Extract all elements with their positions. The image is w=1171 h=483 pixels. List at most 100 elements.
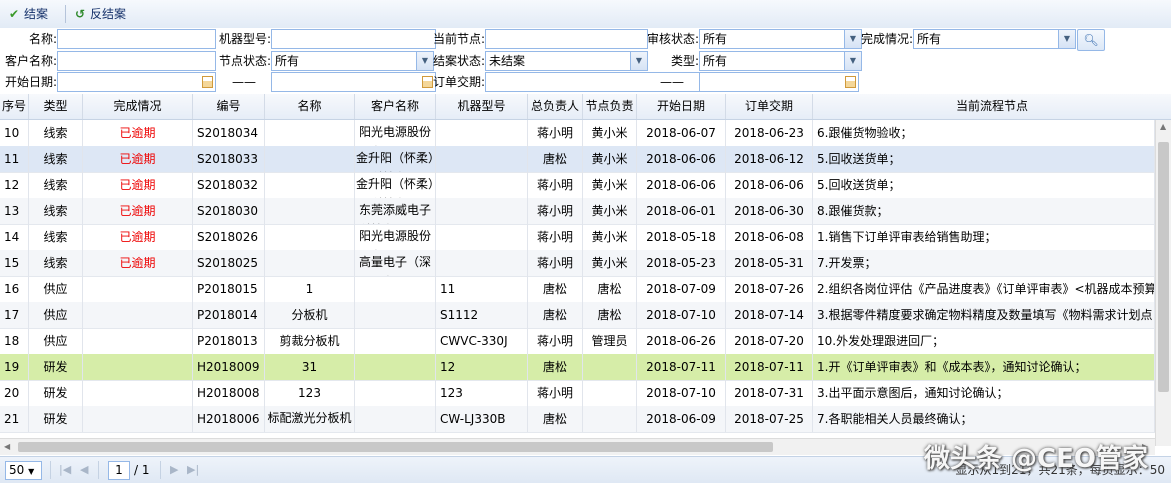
vertical-scrollbar[interactable]: ▲ xyxy=(1155,120,1171,446)
column-header-node-owner[interactable]: 节点负责 xyxy=(583,94,637,119)
table-row[interactable]: 14线索已逾期S2018026 阳光电源股份有限公司 蒋小明黄小米2018-05-1… xyxy=(0,224,1155,251)
table-row[interactable]: 17 供应 P2018014 分板机 S1112 唐松 唐松 2018-07-10 2018-0… xyxy=(0,302,1155,329)
close-status-value: 未结案 xyxy=(489,54,526,68)
column-header-code[interactable]: 编号 xyxy=(193,94,265,119)
cell-model: 12 xyxy=(436,354,528,380)
node-filter-input[interactable] xyxy=(485,29,648,49)
table-row[interactable]: 13线索已逾期S2018030东莞添威电子科技有限公司蒋小明黄小米2018-06… xyxy=(0,198,1155,225)
cell-due-date: 2018-06-08 xyxy=(726,224,813,250)
finish-label: 结案 xyxy=(24,7,49,21)
start-date-from-input[interactable] xyxy=(57,72,216,92)
node-status-select[interactable]: 所有 ▼ xyxy=(271,51,434,71)
cell-name: 31 xyxy=(265,354,355,380)
cell-owner: 蒋小明 xyxy=(528,380,583,406)
cell-seq: 17 xyxy=(0,302,29,328)
column-header-seq[interactable]: 序号 xyxy=(0,94,29,119)
order-date-to-input[interactable] xyxy=(699,72,859,92)
type-filter-select[interactable]: 所有 ▼ xyxy=(699,51,862,71)
cell-name xyxy=(265,224,355,250)
cell-start-date: 2018-07-10 xyxy=(637,302,726,328)
cell-node-owner xyxy=(583,354,637,380)
order-date-label: 订单交期: xyxy=(432,75,485,89)
cell-type: 线索 xyxy=(29,224,83,250)
cell-model xyxy=(436,172,528,198)
start-date-to-input[interactable] xyxy=(271,72,436,92)
finish-button[interactable]: ✔ 结案 xyxy=(6,5,48,23)
watermark: 微头条 @CEO管家 xyxy=(924,444,1148,474)
search-button[interactable]: 🔍︎ xyxy=(1077,29,1105,51)
page-size-value: 50 xyxy=(9,463,25,477)
cell-node-owner: 唐松 xyxy=(583,302,637,328)
calendar-icon[interactable] xyxy=(845,76,856,88)
unfinish-button[interactable]: ↺ 反结案 xyxy=(72,5,126,23)
chevron-down-icon[interactable]: ▼ xyxy=(844,52,861,70)
cell-current-node: 7.开发票； xyxy=(813,250,1155,276)
type-filter-value: 所有 xyxy=(703,54,728,68)
cell-owner: 唐松 xyxy=(528,302,583,328)
table-row[interactable]: 10线索已逾期S2018034 阳光电源股份有限公司 蒋小明黄小米2018-06-0… xyxy=(0,120,1155,147)
cell-code: S2018030 xyxy=(193,198,265,224)
cell-seq: 13 xyxy=(0,198,29,224)
cell-status xyxy=(83,302,193,328)
column-header-type[interactable]: 类型 xyxy=(29,94,83,119)
page-number-input[interactable]: 1 xyxy=(108,461,130,480)
cell-current-node: 7.各职能相关人员最终确认； xyxy=(813,406,1155,432)
table-row[interactable]: 12线索已逾期S2018032金升阳（怀柔）科技有限蒋小明黄小米2018-06-… xyxy=(0,172,1155,199)
column-header-status[interactable]: 完成情况 xyxy=(83,94,193,119)
pager-divider xyxy=(98,461,99,479)
cell-owner: 唐松 xyxy=(528,354,583,380)
first-page-icon[interactable]: |◀ xyxy=(59,463,71,476)
search-icon: 🔍︎ xyxy=(1083,33,1099,47)
model-filter-input[interactable] xyxy=(271,29,436,49)
audit-status-select[interactable]: 所有 ▼ xyxy=(699,29,862,49)
table-row[interactable]: 20 研发 H2018008 123 123 蒋小明 2018-07-10 2018-07-3… xyxy=(0,380,1155,407)
cell-customer xyxy=(355,354,436,380)
prev-page-icon[interactable]: ◀ xyxy=(80,463,88,476)
calendar-icon[interactable] xyxy=(202,76,213,88)
table-row[interactable]: 11线索已逾期S2018033 金升阳（怀柔）科技有限 唐松黄小米2018-06-0… xyxy=(0,146,1155,173)
cell-type: 研发 xyxy=(29,406,83,432)
cell-due-date: 2018-05-31 xyxy=(726,250,813,276)
chevron-down-icon[interactable]: ▼ xyxy=(1058,30,1075,48)
column-header-customer[interactable]: 客户名称 xyxy=(355,94,436,119)
cell-name: 1 xyxy=(265,276,355,302)
close-status-select[interactable]: 未结案 ▼ xyxy=(485,51,648,71)
table-row[interactable]: 15线索已逾期S2018025高量电子（深圳）有限公司蒋小明黄小米2018-05… xyxy=(0,250,1155,277)
cell-type: 线索 xyxy=(29,198,83,224)
column-header-due-date[interactable]: 订单交期 xyxy=(726,94,813,119)
cell-current-node: 10.外发处理跟进回厂； xyxy=(813,328,1155,354)
cell-status: 已逾期 xyxy=(83,120,193,146)
name-filter-input[interactable] xyxy=(57,29,216,49)
scroll-up-icon[interactable]: ▲ xyxy=(1160,122,1166,131)
table-row[interactable]: 18 供应 P2018013 剪裁分板机 CWVC-330J 蒋小明 管理员 2018-06-… xyxy=(0,328,1155,355)
cell-seq: 18 xyxy=(0,328,29,354)
column-header-start-date[interactable]: 开始日期 xyxy=(637,94,726,119)
cell-status xyxy=(83,406,193,432)
last-page-icon[interactable]: ▶| xyxy=(187,463,199,476)
table-row[interactable]: 16 供应 P2018015 1 11 唐松 唐松 2018-07-09 2018-07-26 2… xyxy=(0,276,1155,303)
cell-start-date: 2018-07-10 xyxy=(637,380,726,406)
chevron-down-icon: ▼ xyxy=(28,467,35,476)
next-page-icon[interactable]: ▶ xyxy=(170,463,178,476)
cell-current-node: 8.跟催货款； xyxy=(813,198,1155,224)
horizontal-scroll-thumb[interactable] xyxy=(18,442,773,452)
complete-status-value: 所有 xyxy=(917,32,942,46)
vertical-scroll-thumb[interactable] xyxy=(1158,142,1169,392)
cell-customer: 东莞添威电子科技有限公司 xyxy=(355,198,436,224)
cell-code: P2018013 xyxy=(193,328,265,354)
pager-divider xyxy=(160,461,161,479)
column-header-owner[interactable]: 总负责人 xyxy=(528,94,583,119)
toolbar: ✔ 结案 ↺ 反结案 xyxy=(0,0,1171,29)
cell-node-owner: 黄小米 xyxy=(583,250,637,276)
scroll-left-icon[interactable]: ◀ xyxy=(4,442,10,451)
column-header-name[interactable]: 名称 xyxy=(265,94,355,119)
cell-code: H2018006 xyxy=(193,406,265,432)
column-header-current-node[interactable]: 当前流程节点 xyxy=(813,94,1171,119)
column-header-model[interactable]: 机器型号 xyxy=(436,94,528,119)
table-row[interactable]: 19 研发 H2018009 31 12 唐松 2018-07-11 2018-07-11 1.… xyxy=(0,354,1155,381)
complete-status-select[interactable]: 所有 ▼ xyxy=(913,29,1076,49)
customer-filter-input[interactable] xyxy=(57,51,216,71)
page-size-select[interactable]: 50 ▼ xyxy=(5,461,42,480)
table-row[interactable]: 21 研发 H2018006 标配激光分板机 CW-LJ330B 唐松 2018-06-09… xyxy=(0,406,1155,433)
start-date-label: 开始日期: xyxy=(4,75,57,89)
